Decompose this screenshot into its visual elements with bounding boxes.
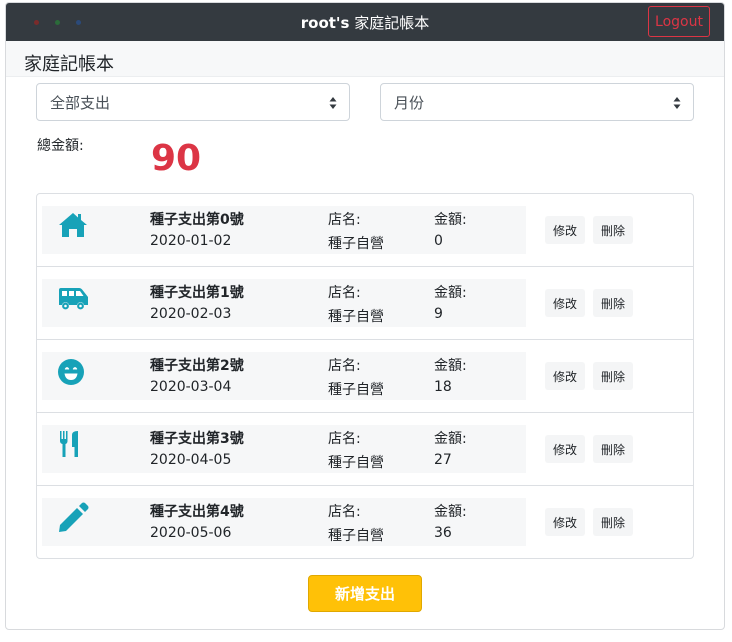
shuttle-van-icon — [57, 283, 89, 313]
expense-list: 種子支出第0號 2020-01-02 店名: 種子自營 金額: 0 修改 刪除 … — [36, 193, 694, 559]
shop-label: 店名: — [328, 212, 361, 228]
amount-value: 36 — [434, 525, 452, 541]
expense-date: 2020-05-06 — [150, 525, 232, 541]
amount-label: 金額: — [434, 431, 467, 447]
edit-button[interactable]: 修改 — [545, 508, 585, 536]
expense-card: 種子支出第3號 2020-04-05 店名: 種子自營 金額: 27 — [42, 425, 526, 473]
expense-date: 2020-03-04 — [150, 379, 232, 395]
amount-value: 18 — [434, 379, 452, 395]
expense-name: 種子支出第4號 — [150, 504, 244, 520]
expense-card: 種子支出第4號 2020-05-06 店名: 種子自營 金額: 36 — [42, 498, 526, 546]
amount-value: 9 — [434, 306, 443, 322]
expense-name: 種子支出第3號 — [150, 431, 244, 447]
expense-row: 種子支出第0號 2020-01-02 店名: 種子自營 金額: 0 修改 刪除 — [37, 194, 693, 267]
expense-card: 種子支出第2號 2020-03-04 店名: 種子自營 金額: 18 — [42, 352, 526, 400]
total-label: 總金額: — [37, 138, 84, 154]
amount-value: 27 — [434, 452, 452, 468]
amount-label: 金額: — [434, 504, 467, 520]
select-caret-icon — [673, 97, 681, 109]
shop-name: 種子自營 — [328, 236, 384, 252]
amount-label: 金額: — [434, 212, 467, 228]
pen-icon — [57, 502, 89, 532]
expense-date: 2020-04-05 — [150, 452, 232, 468]
navbar: root's 家庭記帳本 Logout — [6, 3, 724, 41]
edit-button[interactable]: 修改 — [545, 216, 585, 244]
expense-row: 種子支出第3號 2020-04-05 店名: 種子自營 金額: 27 修改 刪除 — [37, 413, 693, 486]
expense-row: 種子支出第2號 2020-03-04 店名: 種子自營 金額: 18 修改 刪除 — [37, 340, 693, 413]
shop-name: 種子自營 — [328, 309, 384, 325]
expense-card: 種子支出第1號 2020-02-03 店名: 種子自營 金額: 9 — [42, 279, 526, 327]
amount-label: 金額: — [434, 285, 467, 301]
total-amount: 90 — [151, 138, 202, 179]
shop-label: 店名: — [328, 431, 361, 447]
expense-row: 種子支出第4號 2020-05-06 店名: 種子自營 金額: 36 修改 刪除 — [37, 486, 693, 559]
delete-button[interactable]: 刪除 — [593, 216, 633, 244]
amount-value: 0 — [434, 233, 443, 249]
shop-label: 店名: — [328, 504, 361, 520]
delete-button[interactable]: 刪除 — [593, 435, 633, 463]
category-select-value: 全部支出 — [50, 93, 111, 112]
expense-date: 2020-02-03 — [150, 306, 232, 322]
category-select[interactable]: 全部支出 — [36, 83, 350, 121]
page-title: 家庭記帳本 — [24, 54, 114, 75]
month-select[interactable]: 月份 — [380, 83, 694, 121]
delete-button[interactable]: 刪除 — [593, 362, 633, 390]
expense-name: 種子支出第0號 — [150, 212, 244, 228]
shop-name: 種子自營 — [328, 528, 384, 544]
navbar-app-name: 家庭記帳本 — [354, 14, 430, 32]
shop-name: 種子自營 — [328, 455, 384, 471]
navbar-username: root's — [300, 14, 350, 32]
expense-date: 2020-01-02 — [150, 233, 232, 249]
delete-button[interactable]: 刪除 — [593, 289, 633, 317]
utensils-icon — [57, 429, 89, 459]
page-header: 家庭記帳本 — [6, 41, 724, 77]
expense-card: 種子支出第0號 2020-01-02 店名: 種子自營 金額: 0 — [42, 206, 526, 254]
add-expense-button[interactable]: 新增支出 — [308, 575, 422, 612]
navbar-title: root's 家庭記帳本 — [6, 12, 724, 33]
shop-label: 店名: — [328, 358, 361, 374]
edit-button[interactable]: 修改 — [545, 435, 585, 463]
amount-label: 金額: — [434, 358, 467, 374]
expense-name: 種子支出第2號 — [150, 358, 244, 374]
logout-button[interactable]: Logout — [648, 6, 710, 37]
grin-icon — [57, 356, 89, 386]
shop-name: 種子自營 — [328, 382, 384, 398]
edit-button[interactable]: 修改 — [545, 289, 585, 317]
select-caret-icon — [329, 97, 337, 109]
edit-button[interactable]: 修改 — [545, 362, 585, 390]
home-icon — [57, 210, 89, 240]
shop-label: 店名: — [328, 285, 361, 301]
expense-name: 種子支出第1號 — [150, 285, 244, 301]
month-select-value: 月份 — [394, 93, 425, 112]
expense-row: 種子支出第1號 2020-02-03 店名: 種子自營 金額: 9 修改 刪除 — [37, 267, 693, 340]
delete-button[interactable]: 刪除 — [593, 508, 633, 536]
